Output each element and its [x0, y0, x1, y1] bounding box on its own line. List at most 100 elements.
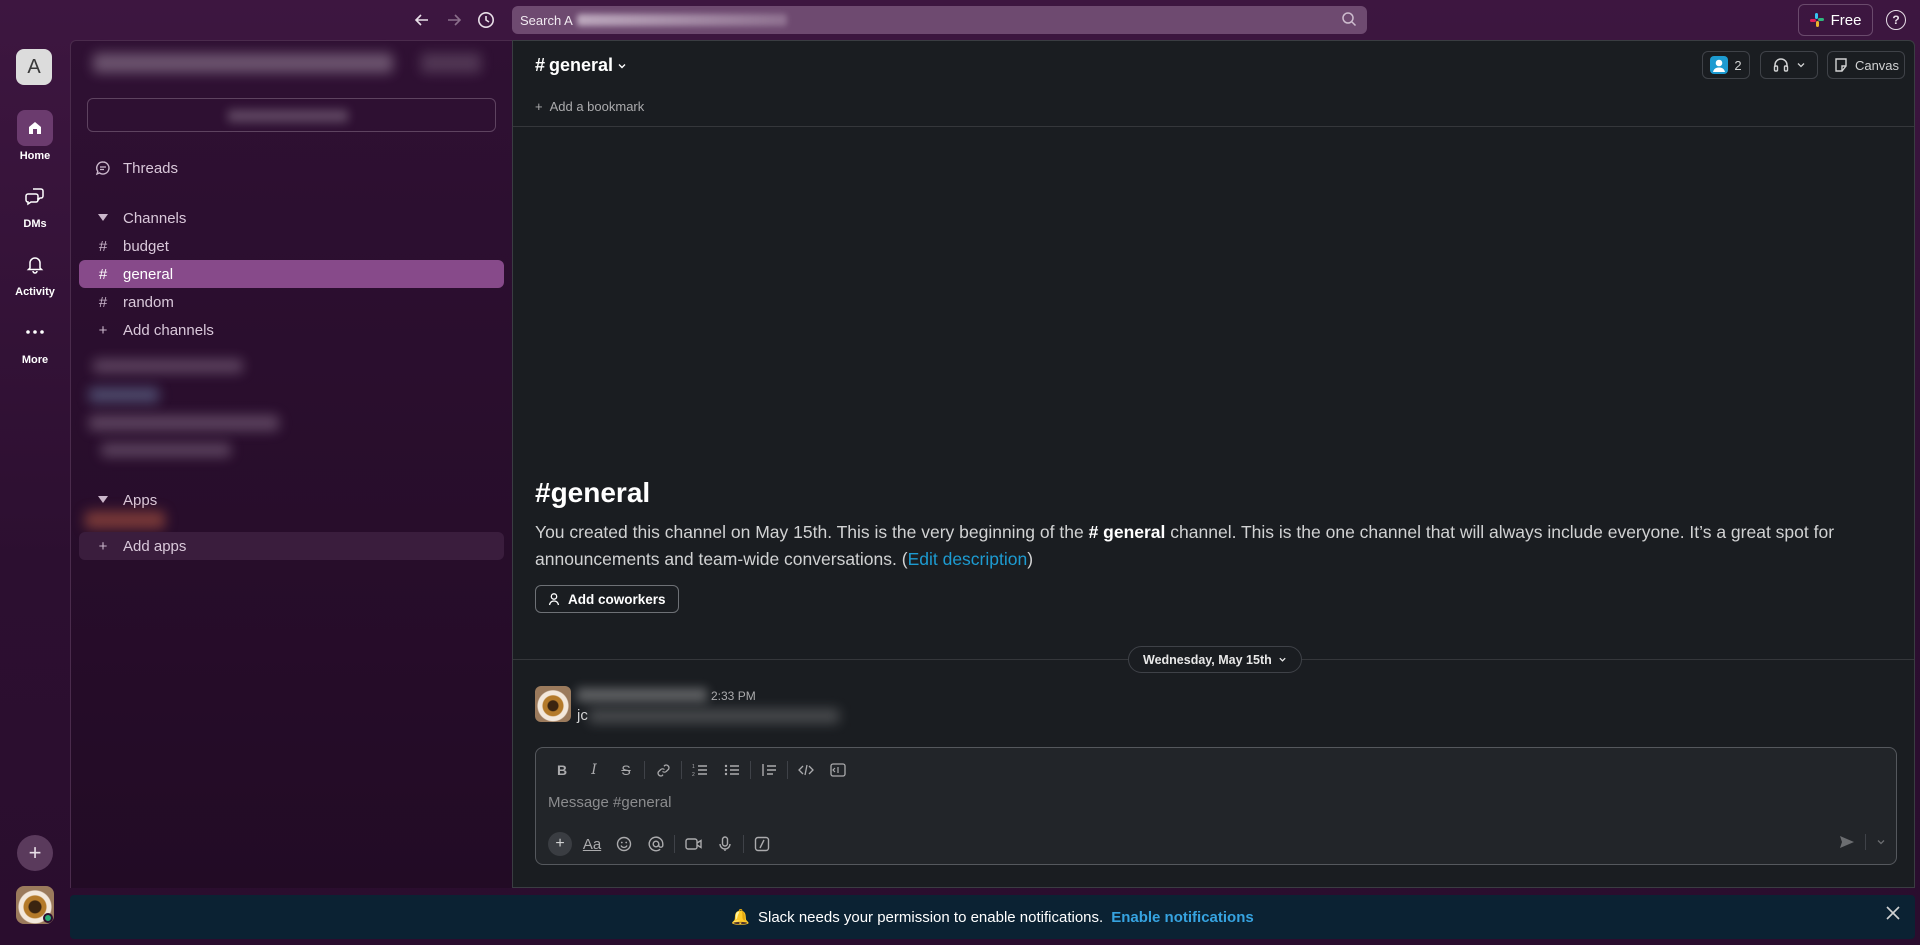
channel-title-button[interactable]: # general [535, 55, 627, 76]
dm-item-blurred[interactable] [89, 415, 279, 431]
bell-icon [17, 246, 53, 282]
canvas-button[interactable]: Canvas [1827, 51, 1905, 79]
rail-item-activity[interactable]: Activity [0, 246, 70, 298]
search-bar[interactable]: Search A [512, 6, 1367, 34]
search-text-blurred [576, 14, 787, 26]
add-apps-button[interactable]: + Add apps [79, 532, 504, 560]
italic-icon[interactable]: I [578, 758, 610, 782]
channel-sidebar: Threads Channels # budget # general # ra… [70, 40, 512, 888]
top-bar: Search A Free ? [0, 0, 1920, 40]
hash-icon: # [535, 55, 546, 75]
intro-channel-mention[interactable]: # general [1089, 522, 1166, 542]
close-icon[interactable] [1885, 905, 1901, 921]
rail-label-activity: Activity [15, 286, 55, 298]
emoji-icon[interactable] [608, 832, 640, 856]
sidebar-item-threads[interactable]: Threads [79, 154, 504, 182]
message-author-name-blurred[interactable] [577, 688, 707, 702]
user-avatar[interactable] [16, 886, 54, 924]
sidebar-item-budget[interactable]: # budget [79, 232, 504, 260]
channel-intro-description: You created this channel on May 15th. Th… [535, 519, 1855, 573]
slash-command-icon[interactable] [746, 832, 778, 856]
add-coworkers-button[interactable]: Add coworkers [535, 585, 679, 613]
microphone-icon[interactable] [709, 832, 741, 856]
send-icon[interactable] [1839, 835, 1855, 849]
free-plan-button[interactable]: Free [1798, 4, 1873, 36]
channel-label: general [123, 265, 174, 283]
apps-header-label: Apps [123, 491, 158, 509]
rail-item-more[interactable]: More [0, 314, 70, 366]
dm-item-blurred[interactable] [93, 359, 243, 373]
svg-text:1: 1 [692, 764, 695, 770]
back-arrow-icon[interactable] [411, 9, 433, 31]
message-composer[interactable]: B I S 12 Message #general + Aa [535, 747, 1897, 865]
rail-item-dms[interactable]: DMs [0, 178, 70, 230]
sidebar-item-general[interactable]: # general [79, 260, 504, 288]
search-icon [1341, 11, 1357, 27]
history-clock-icon[interactable] [475, 9, 497, 31]
dm-item-blurred[interactable] [89, 387, 159, 403]
hash-icon: # [98, 265, 108, 283]
member-avatar-icon [1710, 56, 1729, 74]
sidebar-item-random[interactable]: # random [79, 288, 504, 316]
video-icon[interactable] [677, 832, 709, 856]
strikethrough-icon[interactable]: S [610, 758, 642, 782]
hash-icon: # [535, 477, 551, 508]
channel-header: # general 2 Canvas [513, 41, 1914, 87]
add-channels-button[interactable]: + Add channels [79, 316, 504, 344]
headphones-icon [1772, 56, 1790, 74]
blockquote-icon[interactable] [753, 758, 785, 782]
dm-item-blurred[interactable] [101, 443, 231, 457]
add-person-icon [548, 592, 562, 606]
attach-plus-icon[interactable]: + [548, 832, 572, 856]
message-text: jc [577, 707, 588, 724]
message-timestamp[interactable]: 2:33 PM [711, 689, 756, 703]
ordered-list-icon[interactable]: 12 [684, 758, 716, 782]
workspace-avatar[interactable]: A [16, 49, 52, 85]
rail-label-home: Home [19, 150, 51, 162]
caret-down-icon [95, 214, 111, 222]
bulleted-list-icon[interactable] [716, 758, 748, 782]
apps-section-header[interactable]: Apps [79, 486, 504, 514]
chevron-down-icon [1278, 655, 1287, 664]
chevron-down-icon[interactable] [1796, 60, 1806, 70]
hash-icon: # [98, 293, 108, 311]
add-bookmark-button[interactable]: + Add a bookmark [535, 99, 644, 114]
left-rail: A Home DMs Activity More + [0, 40, 70, 945]
app-item-blurred[interactable] [85, 511, 165, 529]
channels-section-header[interactable]: Channels [79, 204, 504, 232]
forward-arrow-icon[interactable] [443, 9, 465, 31]
rail-item-home[interactable]: Home [0, 110, 70, 162]
message-author-avatar[interactable] [535, 686, 571, 722]
add-workspace-plus-icon[interactable]: + [17, 835, 53, 871]
add-apps-label: Add apps [123, 537, 187, 555]
plus-icon: + [535, 99, 543, 114]
bold-icon[interactable]: B [546, 758, 578, 782]
date-divider-button[interactable]: Wednesday, May 15th [1128, 646, 1302, 673]
plus-icon: + [98, 321, 108, 339]
svg-text:2: 2 [692, 772, 695, 777]
caret-down-icon [95, 496, 111, 504]
mention-icon[interactable] [640, 832, 672, 856]
date-divider-label: Wednesday, May 15th [1143, 652, 1272, 667]
message-input-placeholder[interactable]: Message #general [548, 794, 671, 811]
enable-notifications-link[interactable]: Enable notifications [1111, 909, 1254, 926]
message-text-blurred [589, 709, 839, 723]
link-icon[interactable] [647, 758, 679, 782]
composer-actions: + Aa [544, 832, 778, 856]
chevron-down-icon[interactable] [1876, 837, 1886, 847]
intro-text-part: ) [1027, 549, 1034, 569]
text-format-icon[interactable]: Aa [576, 832, 608, 856]
send-controls [1839, 834, 1886, 850]
workspace-banner-box[interactable] [87, 98, 496, 132]
member-count: 2 [1734, 57, 1742, 73]
workspace-name-blurred[interactable] [93, 53, 393, 73]
workspace-actions-blurred [421, 53, 481, 73]
help-icon[interactable]: ? [1886, 10, 1906, 30]
code-icon[interactable] [790, 758, 822, 782]
dms-icon [17, 178, 53, 214]
members-button[interactable]: 2 [1702, 51, 1750, 79]
channel-title: general [549, 55, 614, 75]
code-block-icon[interactable] [822, 758, 854, 782]
edit-description-link[interactable]: Edit description [908, 549, 1028, 569]
huddle-button[interactable] [1760, 51, 1818, 79]
